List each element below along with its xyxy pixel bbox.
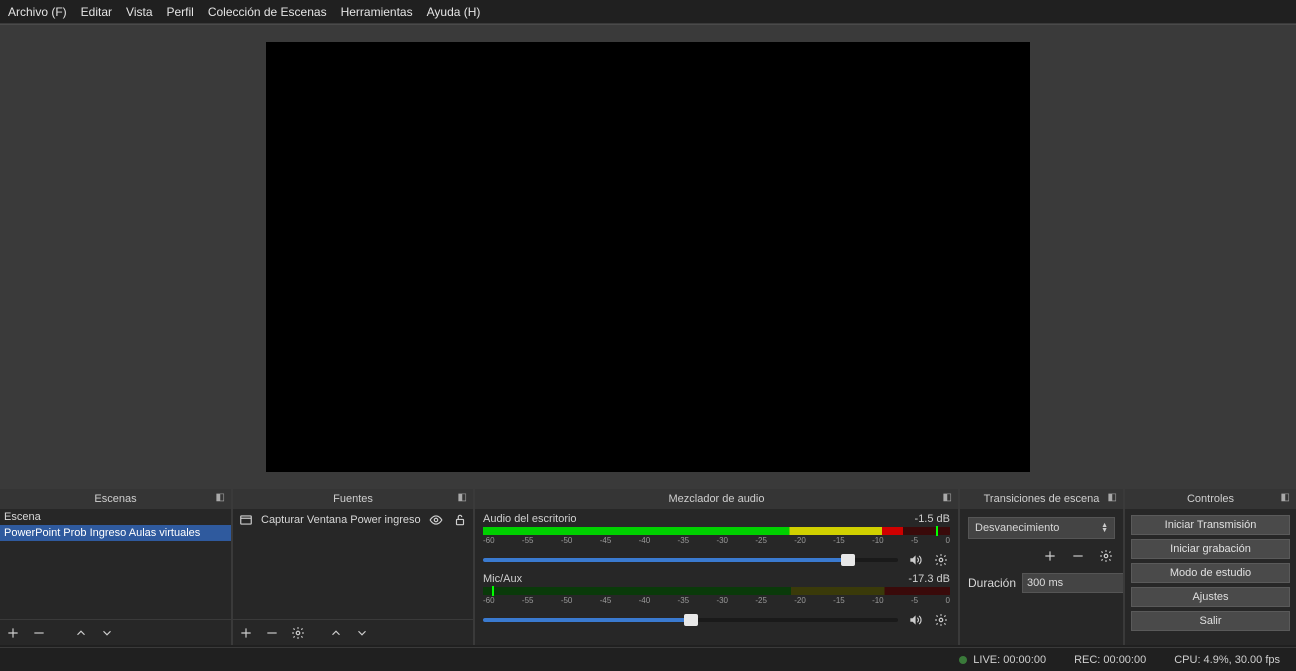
remove-source-button[interactable] [263, 624, 281, 642]
remove-scene-button[interactable] [30, 624, 48, 642]
sources-list[interactable]: Capturar Ventana Power ingreso aulas [233, 509, 473, 619]
dock-controls-header[interactable]: Controles ◧ [1125, 489, 1296, 509]
dock-controls-title: Controles [1187, 493, 1234, 505]
exit-button[interactable]: Salir [1131, 611, 1290, 631]
settings-button[interactable]: Ajustes [1131, 587, 1290, 607]
menu-bar: Archivo (F) Editar Vista Perfil Colecció… [0, 0, 1296, 24]
move-source-down-button[interactable] [353, 624, 371, 642]
menu-tools[interactable]: Herramientas [341, 5, 413, 19]
sources-toolbar [233, 619, 473, 645]
menu-view[interactable]: Vista [126, 5, 152, 19]
duration-label: Duración [968, 576, 1016, 590]
menu-profile[interactable]: Perfil [167, 5, 194, 19]
dock-mixer: Mezclador de audio ◧ Audio del escritori… [475, 489, 960, 645]
remove-transition-button[interactable] [1069, 547, 1087, 565]
dock-scenes: Escenas ◧ Escena PowerPoint Prob Ingreso… [0, 489, 233, 645]
mixer-channel-name: Mic/Aux [483, 573, 522, 585]
dock-transitions-title: Transiciones de escena [984, 493, 1100, 505]
visibility-icon[interactable] [427, 511, 445, 529]
mixer-meter [483, 527, 950, 535]
gear-icon[interactable] [932, 611, 950, 629]
menu-edit[interactable]: Editar [81, 5, 112, 19]
dock-mixer-title: Mezclador de audio [668, 493, 764, 505]
dock-controls: Controles ◧ Iniciar Transmisión Iniciar … [1125, 489, 1296, 645]
popout-icon[interactable]: ◧ [1108, 492, 1117, 503]
preview-area [0, 24, 1296, 489]
mixer-ticks: -60-55-50-45-40-35-30-25-20-15-10-50 [483, 536, 950, 545]
scene-item[interactable]: Escena [0, 509, 231, 525]
mixer-meter [483, 587, 950, 595]
mixer-channel-db: -1.5 dB [915, 513, 950, 525]
dock-scenes-header[interactable]: Escenas ◧ [0, 489, 231, 509]
menu-file[interactable]: Archivo (F) [8, 5, 67, 19]
start-record-button[interactable]: Iniciar grabación [1131, 539, 1290, 559]
transition-settings-button[interactable] [1097, 547, 1115, 565]
volume-slider[interactable] [483, 558, 898, 562]
scenes-list[interactable]: Escena PowerPoint Prob Ingreso Aulas vir… [0, 509, 231, 619]
popout-icon[interactable]: ◧ [1281, 492, 1290, 503]
mixer-channel-name: Audio del escritorio [483, 513, 577, 525]
mixer-channel-db: -17.3 dB [908, 573, 950, 585]
dock-sources-header[interactable]: Fuentes ◧ [233, 489, 473, 509]
transition-select[interactable]: Desvanecimiento ▲▼ [968, 517, 1115, 539]
dock-sources: Fuentes ◧ Capturar Ventana Power ingreso… [233, 489, 475, 645]
move-scene-up-button[interactable] [72, 624, 90, 642]
start-stream-button[interactable]: Iniciar Transmisión [1131, 515, 1290, 535]
mute-icon[interactable] [906, 551, 924, 569]
mixer-body: Audio del escritorio -1.5 dB -60-55-50-4… [475, 509, 958, 645]
mixer-channel: Mic/Aux -17.3 dB -60-55-50-45-40-35-30-2… [475, 569, 958, 629]
transitions-body: Desvanecimiento ▲▼ Duración ▲▼ [960, 509, 1123, 645]
scene-item[interactable]: PowerPoint Prob Ingreso Aulas virtuales [0, 525, 231, 541]
mixer-ticks: -60-55-50-45-40-35-30-25-20-15-10-50 [483, 596, 950, 605]
add-scene-button[interactable] [4, 624, 22, 642]
dock-row: Escenas ◧ Escena PowerPoint Prob Ingreso… [0, 489, 1296, 645]
popout-icon[interactable]: ◧ [943, 492, 952, 503]
source-item[interactable]: Capturar Ventana Power ingreso aulas [233, 509, 473, 531]
dock-transitions: Transiciones de escena ◧ Desvanecimiento… [960, 489, 1125, 645]
volume-slider[interactable] [483, 618, 898, 622]
lock-icon[interactable] [451, 511, 469, 529]
status-cpu: CPU: 4.9%, 30.00 fps [1174, 654, 1280, 666]
dock-mixer-header[interactable]: Mezclador de audio ◧ [475, 489, 958, 509]
menu-scenes[interactable]: Colección de Escenas [208, 5, 327, 19]
source-properties-button[interactable] [289, 624, 307, 642]
menu-help[interactable]: Ayuda (H) [427, 5, 481, 19]
move-source-up-button[interactable] [327, 624, 345, 642]
popout-icon[interactable]: ◧ [458, 492, 467, 503]
status-rec: REC: 00:00:00 [1074, 654, 1146, 666]
dock-sources-title: Fuentes [333, 493, 373, 505]
gear-icon[interactable] [932, 551, 950, 569]
chevron-updown-icon: ▲▼ [1101, 523, 1108, 533]
preview-canvas[interactable] [266, 42, 1030, 472]
dock-transitions-header[interactable]: Transiciones de escena ◧ [960, 489, 1123, 509]
add-transition-button[interactable] [1041, 547, 1059, 565]
mixer-channel: Audio del escritorio -1.5 dB -60-55-50-4… [475, 509, 958, 569]
source-item-label: Capturar Ventana Power ingreso aulas [261, 514, 421, 526]
status-bar: LIVE: 00:00:00 REC: 00:00:00 CPU: 4.9%, … [0, 647, 1296, 671]
studio-mode-button[interactable]: Modo de estudio [1131, 563, 1290, 583]
add-source-button[interactable] [237, 624, 255, 642]
window-icon [237, 511, 255, 529]
status-live: LIVE: 00:00:00 [959, 654, 1046, 666]
move-scene-down-button[interactable] [98, 624, 116, 642]
duration-input[interactable] [1022, 573, 1123, 593]
mute-icon[interactable] [906, 611, 924, 629]
controls-body: Iniciar Transmisión Iniciar grabación Mo… [1125, 509, 1296, 645]
dock-scenes-title: Escenas [94, 493, 136, 505]
transition-selected: Desvanecimiento [975, 522, 1059, 534]
popout-icon[interactable]: ◧ [216, 492, 225, 503]
scenes-toolbar [0, 619, 231, 645]
